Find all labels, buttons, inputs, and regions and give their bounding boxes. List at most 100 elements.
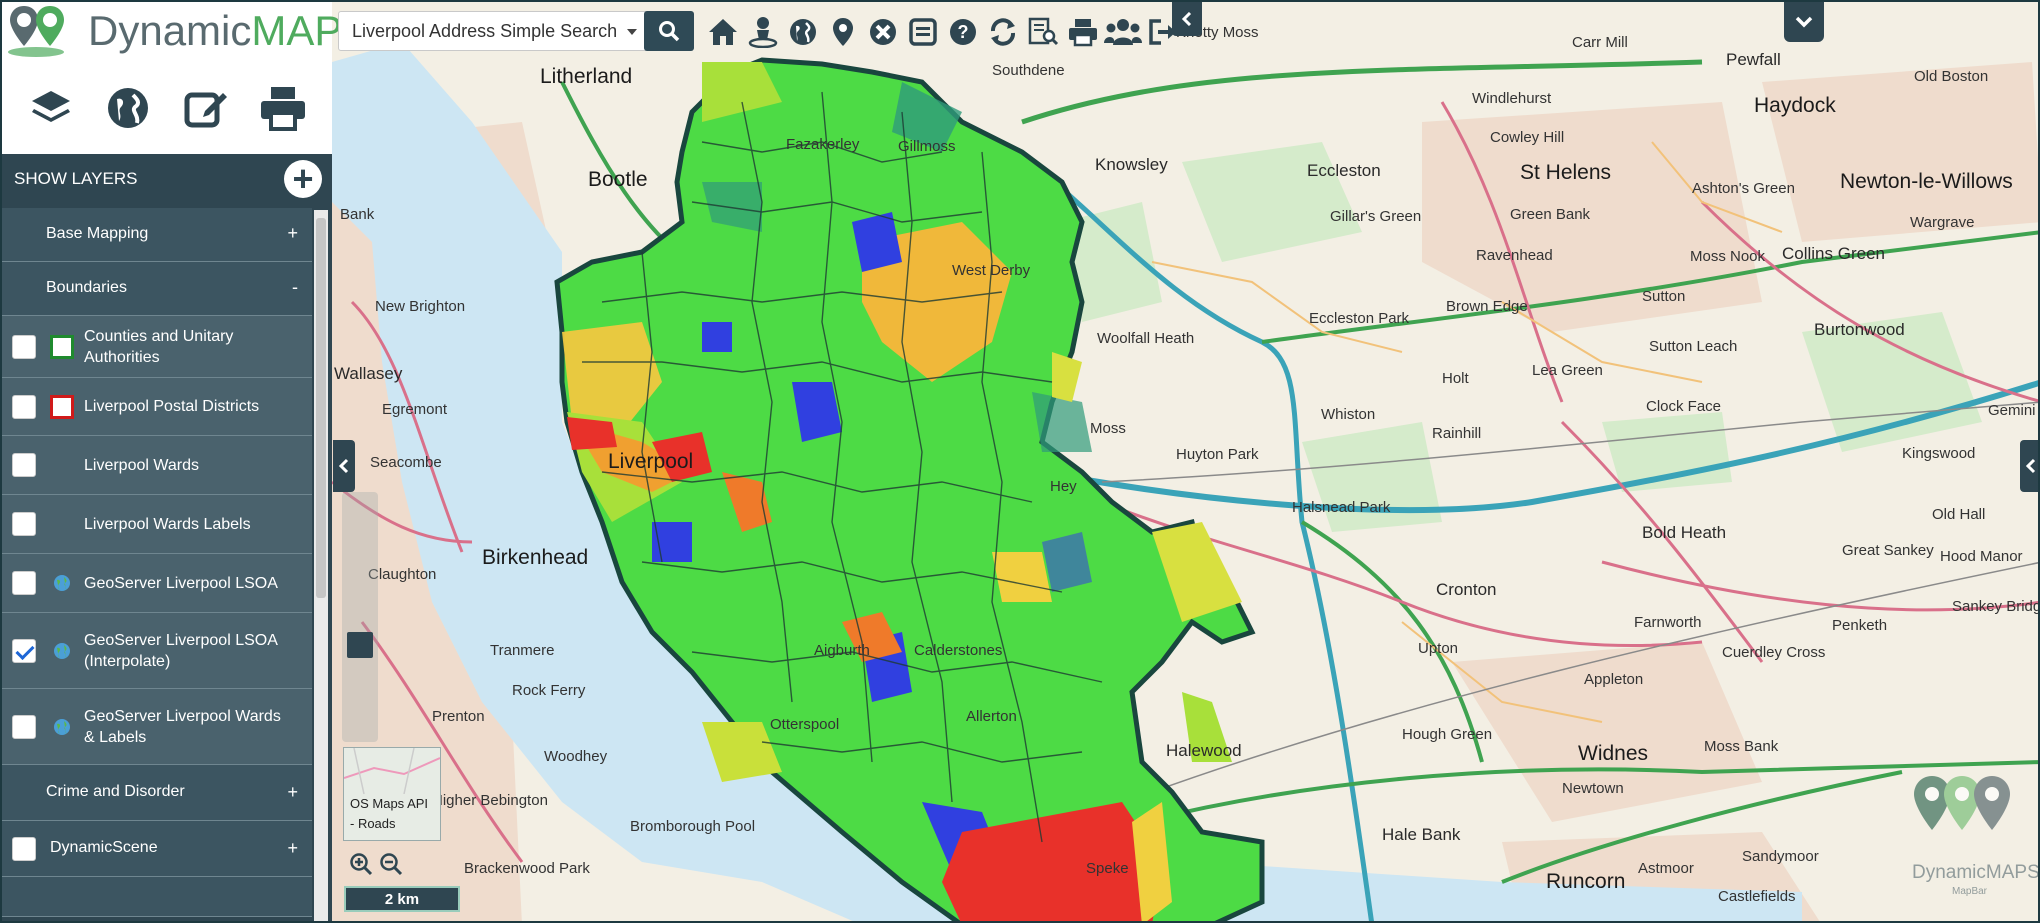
place-label: Hale Bank [1382, 825, 1461, 844]
place-label: Pewfall [1726, 50, 1781, 69]
print-icon[interactable] [253, 78, 313, 138]
collapse-sidebar-button[interactable] [333, 440, 355, 492]
layer-item-geoserver-lsoa-interpolate[interactable]: GeoServer Liverpool LSOA (Interpolate) [2, 613, 312, 689]
place-label: Castlefields [1718, 888, 1796, 905]
layer-checkbox[interactable] [12, 335, 36, 359]
layer-group-boundaries[interactable]: Boundaries - [2, 262, 312, 316]
globe-icon[interactable] [784, 12, 822, 52]
place-label: Wallasey [334, 364, 403, 383]
place-label: Claughton [368, 566, 437, 583]
layers-panel: SHOW LAYERS + Base Mapping + Boundaries … [2, 154, 332, 921]
report-icon[interactable] [1024, 12, 1062, 52]
edit-icon[interactable] [176, 78, 236, 138]
layer-checkbox[interactable] [12, 837, 36, 861]
expand-top-panel-button[interactable] [1784, 2, 1824, 42]
place-label: Fazakerley [786, 136, 860, 153]
scrollbar-thumb[interactable] [316, 218, 326, 598]
layers-scrollbar[interactable] [314, 210, 328, 921]
attribution-text: OS Maps API [350, 796, 429, 811]
place-label: Burtonwood [1814, 320, 1905, 339]
layer-item-geoserver-lsoa[interactable]: GeoServer Liverpool LSOA [2, 554, 312, 613]
print-icon[interactable] [1064, 12, 1102, 52]
home-icon[interactable] [704, 12, 742, 52]
layer-item-postal-districts[interactable]: Liverpool Postal Districts [2, 378, 312, 436]
place-label: Birkenhead [482, 546, 589, 569]
place-label: Sankey Bridges [1952, 598, 2040, 615]
place-label: Egremont [382, 401, 448, 418]
search-type-select[interactable]: Liverpool Address Simple Search [338, 11, 648, 51]
place-label: Old Boston [1914, 68, 1989, 85]
layer-checkbox[interactable] [12, 715, 36, 739]
collapse-toolbar-button[interactable] [1172, 2, 1202, 36]
place-label: Gillmoss [898, 138, 956, 155]
close-circle-icon[interactable] [864, 12, 902, 52]
layer-label: GeoServer Liverpool Wards & Labels [84, 708, 281, 746]
search-button[interactable] [644, 11, 694, 51]
zoom-slider-handle[interactable] [347, 632, 373, 658]
help-icon[interactable]: ? [944, 12, 982, 52]
place-label: Ravenhead [1476, 247, 1553, 264]
svg-text:?: ? [958, 22, 969, 42]
place-label: Collins Green [1782, 244, 1885, 263]
layer-list: Base Mapping + Boundaries - Counties and… [2, 208, 312, 917]
place-label: Hough Green [1402, 726, 1493, 743]
layer-checkbox-checked[interactable] [12, 639, 36, 663]
zoom-out-icon[interactable] [379, 852, 403, 876]
place-label: Otterspool [770, 716, 840, 733]
place-label: Upton [1418, 640, 1459, 657]
layers-icon[interactable] [21, 78, 81, 138]
layer-group-crime-disorder[interactable]: Crime and Disorder + [2, 765, 312, 821]
expand-toggle[interactable]: + [287, 223, 298, 244]
expand-right-panel-button[interactable] [2020, 440, 2038, 492]
layer-item-wards-labels[interactable]: Liverpool Wards Labels [2, 495, 312, 554]
layer-item-geoserver-wards-labels[interactable]: GeoServer Liverpool Wards & Labels [2, 689, 312, 765]
layer-group-partial[interactable] [2, 877, 312, 917]
watermark-text: DynamicMAPS [1912, 862, 2040, 883]
zoom-in-icon[interactable] [349, 852, 373, 876]
place-label: Sutton Leach [1649, 338, 1738, 355]
collapse-toggle[interactable]: - [292, 277, 298, 298]
sidebar: DynamicMAPS SHOW LAYERS + Base Mapping +… [2, 2, 370, 921]
user-location-icon[interactable] [744, 12, 782, 52]
layer-item-wards[interactable]: Liverpool Wards [2, 436, 312, 495]
zoom-slider[interactable] [342, 492, 378, 742]
place-label: Halewood [1166, 741, 1242, 760]
layer-group-base-mapping[interactable]: Base Mapping + [2, 208, 312, 262]
refresh-icon[interactable] [984, 12, 1022, 52]
logo-text-dynamic: Dynamic [88, 7, 252, 54]
layer-item-counties[interactable]: Counties and Unitary Authorities [2, 316, 312, 378]
layer-group-label: DynamicScene [50, 839, 158, 856]
chevron-left-icon [2026, 458, 2036, 474]
chevron-down-icon [1795, 16, 1813, 28]
place-label: Astmoor [1638, 860, 1694, 877]
place-label: Brackenwood Park [464, 860, 590, 877]
basemap-switcher[interactable]: OS Maps API - Roads [343, 747, 441, 841]
map-pin-icon[interactable] [824, 12, 862, 52]
place-label: Moss Bank [1704, 738, 1779, 755]
place-label: Runcorn [1546, 870, 1626, 893]
layer-label: Liverpool Wards Labels [84, 516, 251, 533]
plus-circle-icon[interactable]: + [284, 160, 322, 198]
layer-group-dynamicscene[interactable]: DynamicScene + [2, 821, 312, 877]
expand-toggle[interactable]: + [287, 782, 298, 803]
place-label: Speke [1086, 860, 1129, 877]
sidebar-toolbar [2, 64, 332, 152]
place-label: Sandymoor [1742, 848, 1819, 865]
scale-bar: 2 km [344, 886, 460, 912]
place-label: Halsnead Park [1292, 499, 1391, 516]
layer-checkbox[interactable] [12, 512, 36, 536]
chevron-down-icon [627, 29, 637, 35]
logo-pins-icon [1914, 776, 2010, 830]
expand-toggle[interactable]: + [287, 838, 298, 859]
place-label: Windlehurst [1472, 90, 1552, 107]
layer-label: Counties and Unitary Authorities [84, 328, 234, 366]
place-label: Liverpool [608, 450, 694, 473]
layer-checkbox[interactable] [12, 571, 36, 595]
globe-icon[interactable] [98, 78, 158, 138]
layer-checkbox[interactable] [12, 453, 36, 477]
layer-group-label: Base Mapping [46, 225, 149, 242]
users-icon[interactable] [1104, 12, 1142, 52]
place-label: Knowsley [1095, 155, 1168, 174]
window-icon[interactable] [904, 12, 942, 52]
layer-checkbox[interactable] [12, 395, 36, 419]
